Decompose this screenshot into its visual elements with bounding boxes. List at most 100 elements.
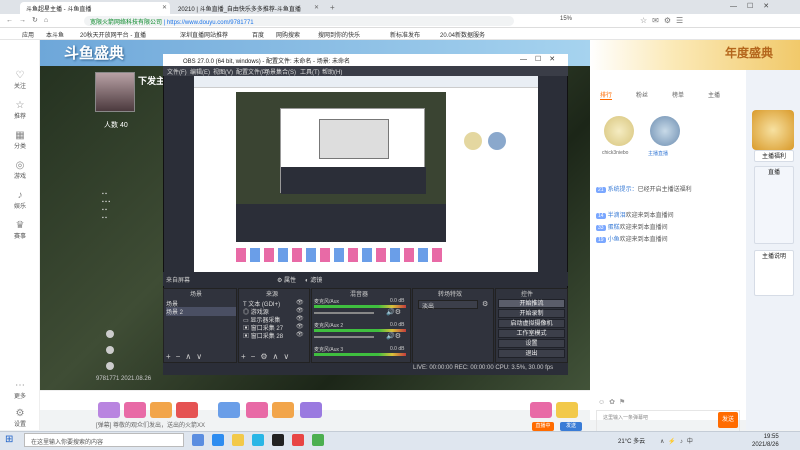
virtual-camera-button[interactable]: 启动虚拟摄像机 (498, 319, 565, 328)
volume-slider[interactable] (314, 312, 374, 314)
transition-select[interactable]: 淡出 (418, 300, 478, 310)
chat-tools[interactable]: ☺✿⚑ (598, 398, 629, 406)
nav-more[interactable]: ⋯ 更多 (4, 380, 36, 400)
gift-item[interactable] (124, 402, 146, 418)
obs-window-controls[interactable]: —☐✕ (520, 55, 563, 63)
speaker-icon[interactable]: 🔊⚙ (386, 308, 401, 316)
speaker-icon[interactable]: 🔊⚙ (386, 332, 401, 340)
message-user[interactable]: 半滴泪 (608, 213, 626, 219)
nav-label: 娱乐 (13, 204, 26, 210)
edge-icon[interactable] (212, 434, 224, 446)
sources-toolbar[interactable]: +−⚙∧∨ (241, 352, 294, 361)
tab-active[interactable]: 斗鱼超星主播 - 斗鱼直播 ✕ (20, 2, 170, 14)
close-icon[interactable]: ✕ (162, 4, 167, 11)
bookmark-item[interactable]: 20.04新数据服务 (440, 30, 485, 39)
chrome-icon[interactable] (312, 434, 324, 446)
obs-menu-scenes[interactable]: 场景集合(S) (264, 67, 296, 76)
bookmark-item[interactable]: 深圳直播网站推荐 (180, 30, 228, 39)
studio-mode-button[interactable]: 工作室模式 (498, 329, 565, 338)
tab-anchor[interactable]: 主播 (708, 90, 720, 99)
activity-card[interactable]: 主播福利 (754, 150, 794, 162)
start-recording-button[interactable]: 开始录制 (498, 309, 565, 318)
activity-card[interactable]: 直播 (754, 166, 794, 244)
extension-icons[interactable]: ☆✉⚙☰ (640, 16, 688, 25)
scene-item[interactable]: 场景 2 (166, 307, 236, 316)
gift-item[interactable] (556, 402, 578, 418)
weather-widget[interactable]: 21°C 多云 (618, 436, 645, 445)
store-icon[interactable] (252, 434, 264, 446)
scenes-toolbar[interactable]: +−∧∨ (166, 352, 207, 361)
taskbar-clock[interactable]: 19:55 2021/8/26 (752, 433, 779, 449)
gift-item[interactable] (246, 402, 268, 418)
obs-menu-file[interactable]: 文件(F) (167, 67, 187, 76)
zoom-level[interactable]: 15% (560, 16, 572, 22)
nav-buttons[interactable]: ←→↻⌂ (6, 16, 54, 24)
gift-item[interactable] (150, 402, 172, 418)
settings-button[interactable]: 设置 (498, 339, 565, 348)
gift-item[interactable] (272, 402, 294, 418)
url-input[interactable]: 宽限火箭网络科技有限公司 | https://www.douyu.com/978… (84, 16, 514, 26)
start-streaming-button[interactable]: 开始推流 (498, 299, 565, 308)
filters-button[interactable]: ◐ 滤镜 (305, 275, 322, 284)
gift-item[interactable] (218, 402, 240, 418)
user-avatar[interactable] (604, 116, 634, 146)
volume-slider[interactable] (314, 336, 374, 338)
gift-item[interactable] (98, 402, 120, 418)
task-view-icon[interactable] (192, 434, 204, 446)
tab-inactive[interactable]: 20210 | 斗鱼直播_自由快乐多多推荐-斗鱼直播 ✕ (172, 2, 322, 14)
new-tab-icon[interactable]: + (330, 3, 335, 12)
stream-send-button[interactable]: 发送 (560, 422, 582, 431)
message-user[interactable]: 蛋糕 (608, 225, 620, 231)
windows-start-icon[interactable]: ⊞ (5, 434, 13, 445)
nav-event[interactable]: ♛ 赛事 (4, 220, 36, 240)
obs-preview[interactable] (194, 76, 538, 272)
bookmark-item[interactable]: 新标准发布 (390, 30, 420, 39)
obs-menu-help[interactable]: 帮助(H) (322, 67, 342, 76)
event-badge-image[interactable] (752, 110, 794, 150)
message-user[interactable]: 小鱼 (608, 237, 620, 243)
nav-follow[interactable]: ♡ 关注 (4, 70, 36, 90)
transition-settings-icon[interactable]: ⚙ (482, 300, 488, 308)
sidebar-send-button[interactable]: 发送 (718, 412, 738, 428)
tab-ranking[interactable]: 排行 (600, 90, 613, 100)
nav-category[interactable]: ▦ 分类 (4, 130, 36, 150)
nav-entertain[interactable]: ♪ 娱乐 (4, 190, 36, 210)
gift-item[interactable] (300, 402, 322, 418)
bookmark-item[interactable]: 本斗鱼 (46, 30, 64, 39)
tab-list[interactable]: 榜单 (672, 90, 684, 99)
gift-item[interactable] (176, 402, 198, 418)
bookmark-item[interactable]: 百度 (252, 30, 264, 39)
visibility-icon[interactable]: 👁 👁 👁 👁 👁 (296, 299, 304, 339)
level-badge: 19 (596, 237, 606, 243)
taskbar-search[interactable]: 在这里输入你要搜索的内容 (24, 433, 184, 447)
window-controls[interactable]: —☐✕ (730, 2, 779, 10)
nav-settings[interactable]: ⚙ 设置 (4, 408, 36, 428)
obs-menu-edit[interactable]: 编辑(E) (190, 67, 210, 76)
close-icon[interactable]: ✕ (314, 4, 319, 11)
nav-game[interactable]: ◎ 游戏 (4, 160, 36, 180)
activity-card[interactable]: 主播说明 (754, 250, 794, 296)
bookmark-item[interactable]: 网购搜索 (276, 30, 300, 39)
source-item[interactable]: ▣ 窗口采集 28 (243, 331, 283, 340)
exit-button[interactable]: 退出 (498, 349, 565, 358)
bookmark-item[interactable]: 应用 (22, 30, 34, 39)
user-avatar[interactable] (650, 116, 680, 146)
properties-button[interactable]: ⚙ 属性 (277, 275, 296, 284)
message-text: 已经开启主播送福利 (637, 187, 692, 193)
app-icon[interactable] (292, 434, 304, 446)
tab-fans[interactable]: 粉丝 (636, 90, 648, 99)
message-user[interactable]: 系统提示： (608, 187, 638, 193)
bookmark-item[interactable]: 20秋天开放网平台 - 直播 (80, 30, 146, 39)
obs-icon[interactable] (272, 434, 284, 446)
stream-chat-input[interactable]: [弹幕] 尊敬的观众们发出，送出的火箭XX (96, 420, 556, 430)
obs-menu-view[interactable]: 视图(V) (213, 67, 233, 76)
bookmark-item[interactable]: 搜网到你的快乐 (318, 30, 360, 39)
nav-recommend[interactable]: ☆ 推荐 (4, 100, 36, 120)
folder-icon[interactable] (232, 434, 244, 446)
tray-icons[interactable]: ∧⚡♪中 (660, 436, 697, 445)
gift-item[interactable] (530, 402, 552, 418)
streamer-avatar[interactable] (95, 72, 135, 112)
obs-menu-tools[interactable]: 工具(T) (300, 67, 320, 76)
user-name: chick3niebo (602, 150, 629, 156)
source-label: 窗口采集 28 (250, 334, 284, 340)
